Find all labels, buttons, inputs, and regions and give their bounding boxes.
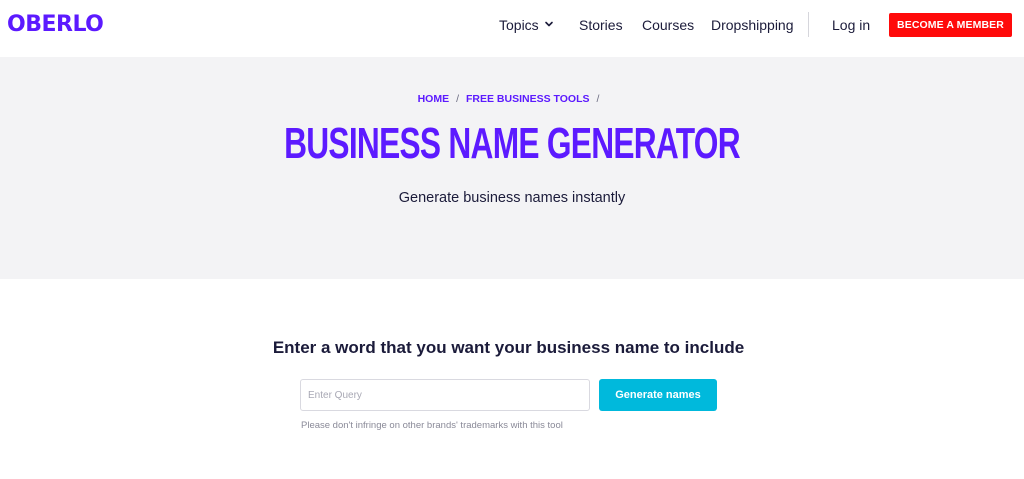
generate-names-button[interactable]: Generate names [599, 379, 717, 411]
chevron-down-icon [544, 21, 553, 27]
breadcrumb-separator: / [596, 93, 600, 105]
nav-topics-label: Topics [499, 17, 539, 33]
tool-prompt: Enter a word that you want your business… [272, 338, 745, 357]
breadcrumb-home[interactable]: HOME [418, 93, 450, 105]
query-input[interactable] [300, 379, 590, 411]
page-subtitle: Generate business names instantly [398, 190, 626, 206]
nav-stories[interactable]: Stories [579, 17, 623, 33]
breadcrumb-separator: / [456, 93, 459, 105]
site-header: OBERLO Topics Stories Courses Dropshippi… [0, 0, 1024, 57]
oberlo-logo[interactable]: OBERLO [7, 12, 104, 38]
nav-courses[interactable]: Courses [642, 17, 694, 33]
nav-topics[interactable]: Topics [499, 17, 554, 33]
breadcrumb-free-business-tools[interactable]: FREE BUSINESS TOOLS [466, 93, 590, 105]
trademark-disclaimer: Please don't infringe on other brands' t… [301, 420, 563, 431]
login-link[interactable]: Log in [832, 17, 870, 33]
nav-dropshipping[interactable]: Dropshipping [711, 17, 794, 33]
become-member-button[interactable]: BECOME A MEMBER [889, 13, 1012, 37]
hero-section: HOME / FREE BUSINESS TOOLS / BUSINESS NAME … [0, 57, 1024, 279]
page-title: BUSINESS NAME GENERATOR [284, 119, 740, 168]
nav-divider [808, 12, 809, 37]
breadcrumb: HOME / FREE BUSINESS TOOLS / [0, 93, 1024, 105]
